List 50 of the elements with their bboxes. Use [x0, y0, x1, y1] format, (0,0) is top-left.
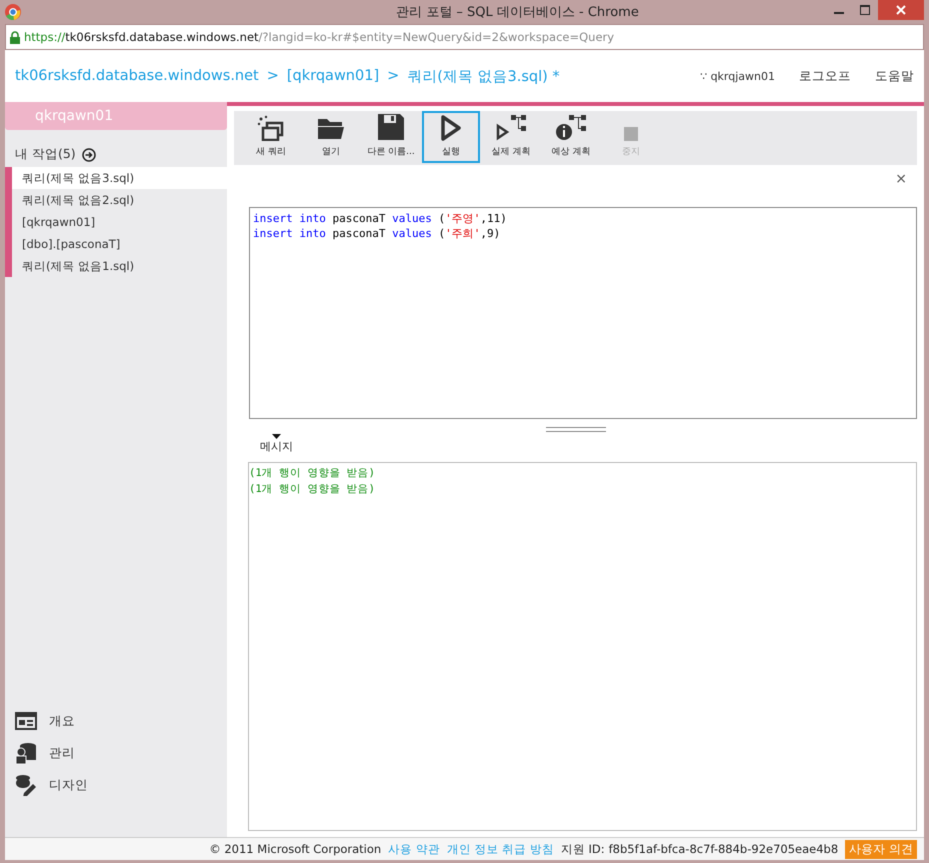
section-title: 내 작업(5) [15, 146, 76, 163]
code-editor[interactable]: insert into pasconaT values ('주영',11) insert into pasconaT values ('주희',9) [249, 207, 917, 419]
support-label: 지원 ID: [560, 842, 605, 856]
play-tree-icon [495, 113, 527, 141]
url-text: https://tk06rsksfd.database.windows.net/?langid=ko-kr#$entity=NewQuery&id=2&workspace=Query [24, 30, 614, 44]
support-id: f8b5f1af-bfca-8c7f-884b-92e705eae4b8 [608, 842, 838, 856]
window-title: 관리 포털 – SQL 데이터베이스 - Chrome [395, 4, 639, 21]
lock-icon [10, 30, 20, 44]
close-icon [896, 5, 906, 15]
breadcrumb-separator: > [266, 68, 279, 84]
toolbar-button[interactable]: 실행 [422, 111, 480, 163]
play-icon [440, 115, 462, 141]
dashboard-icon [15, 712, 37, 730]
sidebar-item[interactable]: [dbo].[pasconaT] [5, 233, 227, 255]
message-line: (1개 행이 영향을 받음) [249, 482, 376, 497]
browser-logo-icon [5, 4, 21, 20]
sidebar-item[interactable]: 쿼리(제목 없음1.sql) [5, 255, 227, 277]
arrow-circle-icon[interactable] [82, 148, 96, 162]
toolbar-button[interactable]: 새 쿼리 [242, 111, 300, 163]
user-name: ∵ qkrqjawn01 [700, 70, 775, 82]
sidebar-title: qkrqawn01 [5, 102, 227, 130]
new-window-icon [257, 115, 285, 141]
toolbar-button[interactable]: 열기 [302, 111, 360, 163]
header-link[interactable]: 로그오프 [799, 68, 851, 84]
sidebar-item[interactable]: 쿼리(제목 없음3.sql) [5, 167, 227, 189]
nav-link[interactable]: 관리 [49, 744, 75, 762]
breadcrumb-separator: > [387, 68, 400, 84]
code-line: insert into pasconaT values ('주희',9) [253, 226, 502, 241]
toolbar-button[interactable]: 다른 이름... [362, 111, 420, 163]
database-user-icon [15, 742, 37, 764]
messages-tab[interactable]: 메시지 [260, 434, 293, 454]
header-link[interactable]: 도움말 [875, 68, 914, 84]
stop-icon [624, 127, 638, 141]
info-tree-icon [555, 113, 587, 141]
maximize-icon[interactable] [860, 5, 870, 15]
nav-link[interactable]: 개요 [49, 712, 75, 730]
splitter-handle[interactable] [546, 427, 606, 432]
database-pencil-icon [15, 774, 37, 796]
sidebar-item[interactable]: [qkrqawn01] [5, 211, 227, 233]
address-bar[interactable]: https://tk06rsksfd.database.windows.net/?langid=ko-kr#$entity=NewQuery&id=2&workspace=Query [5, 24, 924, 50]
toolbar-button[interactable]: 실제 계획 [482, 111, 540, 163]
toolbar-button[interactable]: 예상 계획 [542, 111, 600, 163]
close-icon[interactable]: × [895, 171, 907, 187]
sidebar-item[interactable]: 쿼리(제목 없음2.sql) [5, 189, 227, 211]
close-button[interactable] [878, 0, 924, 20]
caret-icon [272, 434, 281, 439]
copyright-text: © 2011 Microsoft Corporation [209, 842, 382, 856]
message-line: (1개 행이 영향을 받음) [249, 466, 376, 481]
code-line: insert into pasconaT values ('주영',11) [253, 211, 508, 226]
nav-link[interactable]: 디자인 [49, 776, 88, 794]
